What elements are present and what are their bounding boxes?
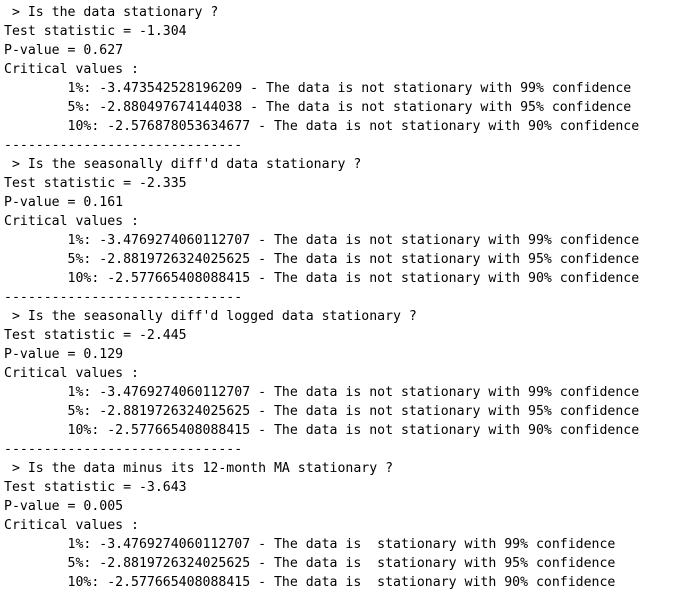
section-4-p-value: P-value = 0.005 (4, 499, 124, 514)
section-3-test-statistic: Test statistic = -2.445 (4, 328, 187, 343)
section-2-critical-values-label: Critical values : (4, 214, 139, 229)
section-3-p-value: P-value = 0.129 (4, 347, 124, 362)
section-3-critical-1pct: 1%: -3.4769274060112707 - The data is no… (4, 385, 640, 400)
section-4-critical-5pct: 5%: -2.8819726324025625 - The data is st… (4, 556, 616, 571)
section-4-critical-10pct: 10%: -2.577665408088415 - The data is st… (4, 575, 616, 590)
section-1-critical-values-label: Critical values : (4, 62, 139, 77)
section-1-critical-1pct: 1%: -3.473542528196209 - The data is not… (4, 81, 632, 96)
separator-2: ------------------------------ (4, 290, 243, 305)
section-1-critical-5pct: 5%: -2.880497674144038 - The data is not… (4, 100, 632, 115)
section-2-p-value: P-value = 0.161 (4, 195, 124, 210)
section-3-critical-5pct: 5%: -2.8819726324025625 - The data is no… (4, 404, 640, 419)
section-2-critical-10pct: 10%: -2.577665408088415 - The data is no… (4, 271, 640, 286)
section-4-critical-1pct: 1%: -3.4769274060112707 - The data is st… (4, 537, 616, 552)
section-2-heading: > Is the seasonally diff'd data stationa… (4, 157, 362, 172)
section-1-test-statistic: Test statistic = -1.304 (4, 24, 187, 39)
section-1-critical-10pct: 10%: -2.576878053634677 - The data is no… (4, 119, 640, 134)
section-2-critical-5pct: 5%: -2.8819726324025625 - The data is no… (4, 252, 640, 267)
section-1-p-value: P-value = 0.627 (4, 43, 124, 58)
console-output: > Is the data stationary ? Test statisti… (0, 0, 674, 595)
section-2-critical-1pct: 1%: -3.4769274060112707 - The data is no… (4, 233, 640, 248)
section-3-critical-values-label: Critical values : (4, 366, 139, 381)
section-4-heading: > Is the data minus its 12-month MA stat… (4, 461, 394, 476)
separator-3: ------------------------------ (4, 442, 243, 457)
section-4-test-statistic: Test statistic = -3.643 (4, 480, 187, 495)
section-4-critical-values-label: Critical values : (4, 518, 139, 533)
separator-1: ------------------------------ (4, 138, 243, 153)
section-3-heading: > Is the seasonally diff'd logged data s… (4, 309, 417, 324)
section-2-test-statistic: Test statistic = -2.335 (4, 176, 187, 191)
section-1-heading: > Is the data stationary ? (4, 5, 219, 20)
section-3-critical-10pct: 10%: -2.577665408088415 - The data is no… (4, 423, 640, 438)
